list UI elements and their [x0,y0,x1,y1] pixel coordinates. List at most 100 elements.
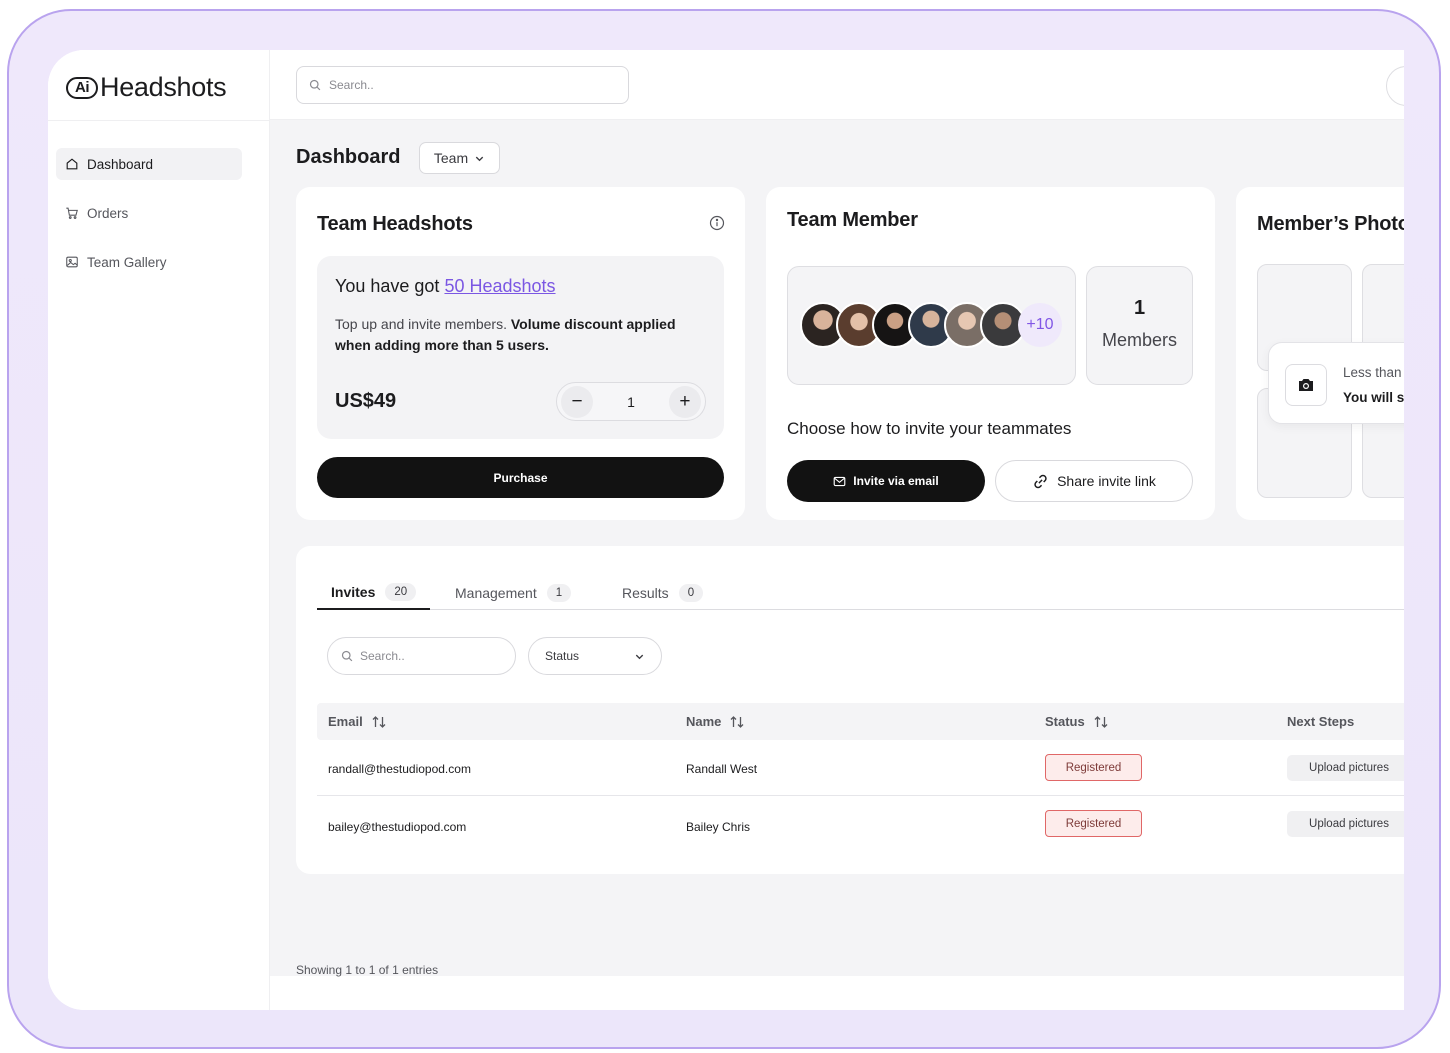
table-row[interactable]: randall@thestudiopod.com Randall West Re… [317,740,1404,796]
sidebar-nav: Dashboard Orders Team Gallery [56,148,242,295]
column-label: Name [686,714,722,729]
home-icon [66,158,78,170]
logo-text: Headshots [100,72,227,102]
brand-logo[interactable]: Ai Headshots [66,72,227,103]
headshots-count-link[interactable]: 50 Headshots [444,276,555,296]
search-icon [309,79,321,91]
tab-count: 1 [546,584,572,602]
sort-icon[interactable] [729,715,745,729]
members-count-panel: 1 Members [1086,266,1193,385]
status-filter-label: Status [545,649,580,663]
logo-badge: Ai [66,76,98,99]
column-label: Status [1045,714,1085,729]
gallery-icon [66,256,78,268]
members-count: 1 [1133,297,1146,319]
info-icon[interactable] [709,215,725,231]
name-cell: Bailey Chris [686,820,751,834]
pagination-summary: Showing 1 to 1 of 1 entries [296,963,439,977]
headshots-count-text: You have got 50 Headshots [335,276,556,297]
sidebar-item-label: Team Gallery [87,254,167,270]
global-search-input[interactable]: Search.. [296,66,629,104]
quantity-value[interactable]: 1 [627,394,635,410]
user-avatar[interactable] [1386,66,1404,106]
quantity-stepper: − 1 + [556,382,706,421]
headshots-summary-panel: You have got 50 Headshots Top up and inv… [317,256,724,439]
mail-icon [833,476,846,486]
scope-select[interactable]: Team [419,142,500,174]
table-search-input[interactable]: Search.. [327,637,516,675]
tab-count: 0 [678,584,704,602]
email-cell: randall@thestudiopod.com [328,762,471,776]
toast-line-2: You will s [1343,390,1404,405]
card-title: Team Headshots [317,213,473,235]
column-label: Email [328,714,363,729]
price: US$49 [335,390,397,412]
increment-button[interactable]: + [668,385,701,418]
tab-label: Invites [331,584,376,600]
status-filter-select[interactable]: Status [528,637,662,675]
card-title: Member’s Photo [1257,213,1404,235]
sidebar: Ai Headshots Dashboard Orders Team Galle… [48,50,270,1010]
main-content: Dashboard Team Team Headshots You have g… [270,120,1404,977]
column-next-steps: Next Steps [1287,714,1354,729]
page-title: Dashboard [296,146,401,168]
toast-line-1: Less than [1343,365,1402,380]
status-badge: Registered [1045,754,1142,781]
search-icon [341,650,353,662]
chevron-down-icon [475,156,484,161]
sort-icon[interactable] [1093,715,1109,729]
tab-bar: Invites 20 Management 1 Results 0 [317,546,1404,610]
sidebar-item-label: Dashboard [87,156,154,172]
upload-tip-toast: Less than You will s [1268,342,1404,424]
device-frame: Ai Headshots Dashboard Orders Team Galle… [7,9,1441,1049]
column-name[interactable]: Name [686,714,745,729]
sidebar-item-team-gallery[interactable]: Team Gallery [56,246,242,278]
email-cell: bailey@thestudiopod.com [328,820,467,834]
sidebar-item-label: Orders [87,205,129,221]
tab-label: Results [622,585,669,601]
purchase-button[interactable]: Purchase [317,457,724,498]
team-headshots-card: Team Headshots You have got 50 Headshots… [296,187,745,520]
sort-icon[interactable] [371,715,387,729]
tab-results[interactable]: Results 0 [608,576,717,610]
upload-pictures-button[interactable]: Upload pictures [1287,811,1404,837]
column-status[interactable]: Status [1045,714,1109,729]
button-label: Invite via email [853,474,939,488]
members-label: Members [1101,330,1177,350]
avatar-stack: +10 [800,302,1062,348]
upload-pictures-button[interactable]: Upload pictures [1287,755,1404,781]
more-members-badge[interactable]: +10 [1018,303,1062,347]
button-label: Share invite link [1057,473,1156,489]
headshots-description: Top up and invite members. Volume discou… [335,314,705,356]
invite-via-email-button[interactable]: Invite via email [787,460,985,502]
tab-management[interactable]: Management 1 [441,576,585,610]
column-email[interactable]: Email [328,714,387,729]
search-placeholder: Search.. [329,78,374,92]
sidebar-item-dashboard[interactable]: Dashboard [56,148,242,180]
card-title: Team Member [787,209,918,231]
invites-table-card: Invites 20 Management 1 Results 0 Search… [296,546,1404,874]
decrement-button[interactable]: − [561,385,593,418]
sidebar-divider [48,120,270,121]
name-cell: Randall West [686,762,758,776]
desc-plain: Top up and invite members. [335,316,507,332]
link-icon [1034,474,1047,488]
cart-icon [66,207,78,219]
top-bar: Search.. [270,50,1404,120]
sidebar-item-orders[interactable]: Orders [56,197,242,229]
table-row[interactable]: bailey@thestudiopod.com Bailey Chris Reg… [317,797,1404,853]
status-badge: Registered [1045,810,1142,837]
table-header: Email Name Status Next Steps [317,703,1404,740]
tab-label: Management [455,585,537,601]
column-label: Next Steps [1287,714,1355,729]
member-avatars-panel: +10 [787,266,1076,385]
search-placeholder: Search.. [360,649,405,663]
scope-select-value: Team [433,150,469,166]
camera-icon [1285,364,1327,406]
tab-invites[interactable]: Invites 20 [317,576,431,610]
share-invite-link-button[interactable]: Share invite link [995,460,1193,502]
chevron-down-icon [635,654,644,659]
members-photo-card: Member’s Photo Less than You will s [1236,187,1404,520]
app-window: Ai Headshots Dashboard Orders Team Galle… [48,50,1404,1010]
invite-heading: Choose how to invite your teammates [787,419,1072,438]
